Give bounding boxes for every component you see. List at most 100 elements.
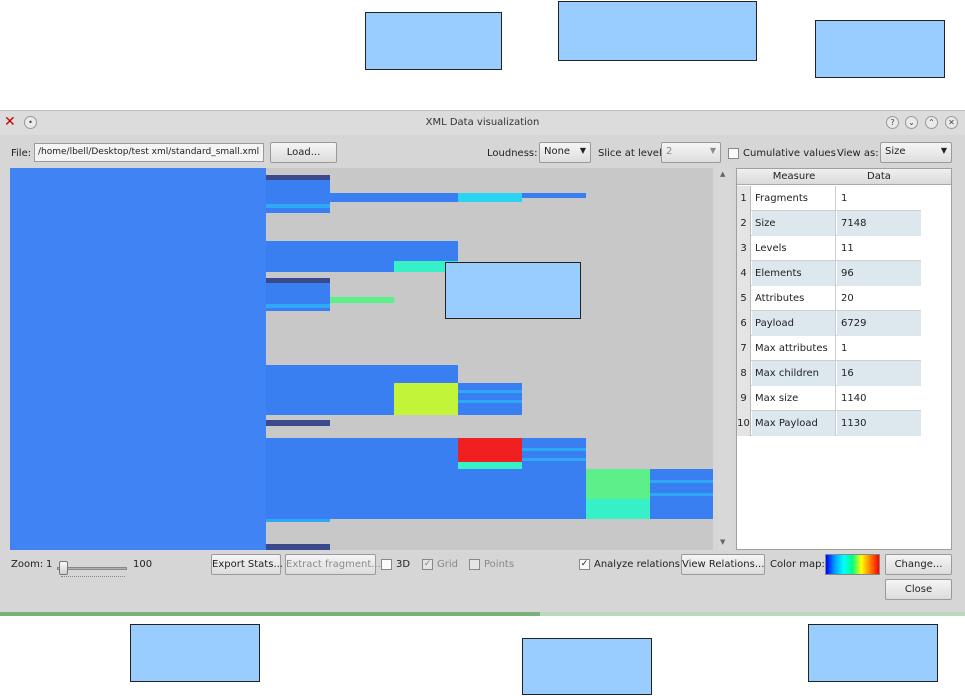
- placeholder-box-7: [808, 624, 938, 682]
- title-bar: ✕ • XML Data visualization ? ⌄ ⌃ ✕: [0, 111, 965, 135]
- measure-cell: Max children: [752, 361, 836, 386]
- placeholder-box-5: [130, 624, 260, 682]
- viz-block: [266, 175, 330, 180]
- viz-gap: [266, 426, 330, 438]
- viz-gap: [266, 415, 330, 420]
- row-number: 10: [737, 411, 751, 436]
- chevron-down-icon: ▼: [709, 146, 716, 155]
- colormap-swatch: [825, 554, 880, 575]
- placeholder-box-2: [558, 1, 757, 61]
- table-row[interactable]: 2 Size 7148: [737, 211, 921, 236]
- table-row[interactable]: 10 Max Payload 1130: [737, 411, 921, 436]
- viz-block: [330, 365, 394, 415]
- viewas-value: Size: [885, 146, 906, 157]
- export-stats-button[interactable]: Export Stats...: [211, 554, 283, 575]
- viz-block: [394, 241, 458, 261]
- viz-block: [266, 544, 330, 550]
- table-row[interactable]: 6 Payload 6729: [737, 311, 921, 336]
- file-label: File:: [11, 148, 32, 159]
- maximize-icon[interactable]: ⌃: [925, 116, 938, 129]
- vertical-scrollbar[interactable]: ▲ ▼: [718, 168, 732, 550]
- close-icon[interactable]: ✕: [945, 116, 958, 129]
- viz-gap: [266, 522, 330, 544]
- chevron-down-icon: ▼: [940, 146, 947, 155]
- measure-cell: Fragments: [752, 186, 836, 211]
- table-header: Measure Data: [737, 169, 951, 185]
- cumulative-checkbox[interactable]: [728, 148, 739, 159]
- viz-block: [10, 168, 266, 550]
- grid-checkbox[interactable]: ✓: [422, 559, 433, 570]
- zoom-max-label: 100: [133, 559, 153, 570]
- viz-gap: [266, 311, 330, 365]
- data-cell: 1: [841, 343, 848, 354]
- slider-ticks: [61, 573, 125, 577]
- points-label: Points: [484, 559, 515, 570]
- viz-block: [650, 480, 713, 483]
- viz-block: [458, 390, 522, 393]
- viz-block: [522, 438, 586, 469]
- loudness-select[interactable]: None ▼: [539, 142, 591, 163]
- table-row[interactable]: 7 Max attributes 1: [737, 336, 921, 361]
- data-cell: 16: [837, 361, 921, 386]
- measure-cell: Max attributes: [752, 336, 836, 361]
- analyze-relations-checkbox[interactable]: ✓: [579, 559, 590, 570]
- viz-block: [586, 499, 650, 519]
- viz-block: [266, 304, 330, 308]
- zoom-min-label: 1: [46, 559, 53, 570]
- treemap-visualization[interactable]: [10, 168, 713, 550]
- row-number: 2: [737, 211, 751, 236]
- scroll-up-icon[interactable]: ▲: [720, 170, 725, 178]
- zoom-slider[interactable]: [57, 561, 127, 577]
- placeholder-box-1: [365, 12, 502, 70]
- viz-block: [522, 448, 586, 451]
- table-row[interactable]: 3 Levels 11: [737, 236, 921, 261]
- viz-block: [586, 469, 650, 499]
- 3d-label: 3D: [396, 559, 411, 570]
- viz-gap: [266, 272, 330, 278]
- viewas-select[interactable]: Size ▼: [880, 142, 952, 163]
- measure-cell: Payload: [752, 311, 836, 336]
- minimize-icon[interactable]: ⌄: [905, 116, 918, 129]
- help-icon[interactable]: ?: [886, 116, 899, 129]
- table-row[interactable]: 1 Fragments 1: [737, 186, 921, 211]
- placeholder-box-3: [815, 20, 945, 78]
- table-row[interactable]: 4 Elements 96: [737, 261, 921, 286]
- viz-block: [458, 400, 522, 403]
- bottom-accent-strip: [0, 612, 540, 616]
- row-number: 4: [737, 261, 751, 286]
- stats-table[interactable]: Measure Data 1 Fragments 1 2 Size 7148 3…: [736, 168, 952, 550]
- slice-select[interactable]: 2 ▼: [661, 142, 721, 163]
- column-header-measure[interactable]: Measure: [752, 171, 836, 182]
- viz-block: [458, 462, 522, 469]
- table-row[interactable]: 5 Attributes 20: [737, 286, 921, 311]
- data-cell: 20: [841, 293, 854, 304]
- viz-block: [522, 193, 586, 198]
- bottom-accent-strip-light: [540, 612, 965, 616]
- measure-cell: Elements: [752, 261, 836, 286]
- file-path-field[interactable]: /home/lbell/Desktop/test xml/standard_sm…: [34, 143, 264, 162]
- scroll-down-icon[interactable]: ▼: [720, 538, 725, 546]
- viz-block: [458, 438, 522, 462]
- chevron-down-icon: ▼: [579, 146, 586, 155]
- viz-block: [330, 297, 394, 303]
- close-button[interactable]: Close: [885, 579, 952, 600]
- measure-cell: Size: [752, 211, 836, 236]
- 3d-checkbox[interactable]: [381, 559, 392, 570]
- row-number: 1: [737, 186, 751, 211]
- row-number: 7: [737, 336, 751, 361]
- table-row[interactable]: 9 Max size 1140: [737, 386, 921, 411]
- load-button[interactable]: Load...: [270, 142, 337, 163]
- column-header-data[interactable]: Data: [837, 171, 921, 182]
- change-colormap-button[interactable]: Change...: [885, 554, 952, 575]
- table-row[interactable]: 8 Max children 16: [737, 361, 921, 386]
- extract-fragment-button[interactable]: Extract fragment...: [285, 554, 381, 575]
- view-relations-button[interactable]: View Relations...: [681, 554, 765, 575]
- data-cell: 1: [841, 193, 848, 204]
- data-cell: 1130: [837, 411, 921, 436]
- data-cell: 11: [841, 243, 854, 254]
- row-number: 3: [737, 236, 751, 261]
- viz-block: [330, 241, 394, 272]
- points-checkbox[interactable]: [469, 559, 480, 570]
- viz-block: [458, 193, 522, 202]
- loudness-label: Loudness:: [487, 148, 538, 159]
